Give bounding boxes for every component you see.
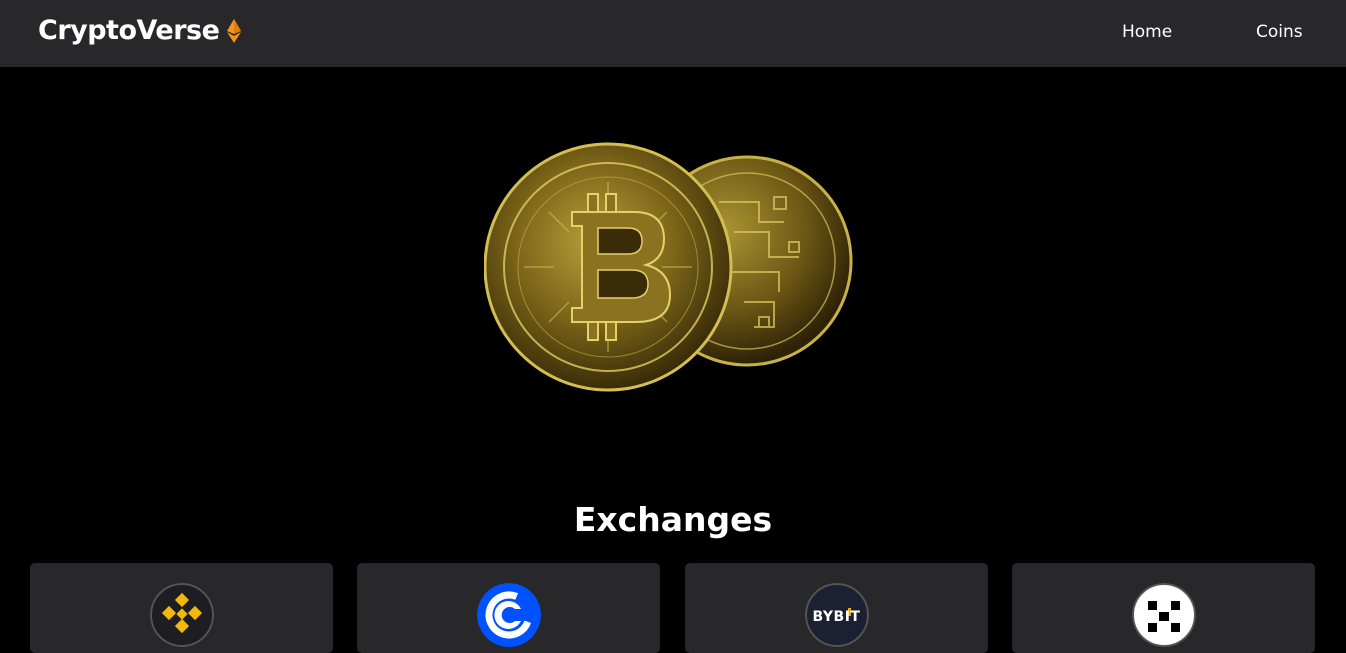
bitcoin-coins-image [483, 142, 854, 394]
ethereum-icon [227, 18, 242, 43]
binance-icon [149, 583, 214, 647]
exchange-card-binance[interactable] [30, 563, 333, 653]
coinbase-icon [476, 583, 541, 647]
nav-coins-link[interactable]: Coins [1256, 22, 1303, 42]
exchanges-title: Exchanges [573, 500, 773, 539]
brand-name: CryptoVerse [38, 15, 220, 46]
nav-home-link[interactable]: Home [1122, 22, 1172, 42]
brand-logo[interactable]: CryptoVerse [38, 15, 242, 46]
navbar: CryptoVerse Home Coins [0, 0, 1346, 67]
exchange-card-okx[interactable] [1012, 563, 1315, 653]
hero-section [0, 67, 1346, 487]
exchange-card-coinbase[interactable] [357, 563, 660, 653]
bybit-logo-text: BYBIT [812, 609, 861, 625]
exchange-card-bybit[interactable]: BYBIT [685, 563, 988, 653]
okx-icon [1131, 583, 1196, 647]
